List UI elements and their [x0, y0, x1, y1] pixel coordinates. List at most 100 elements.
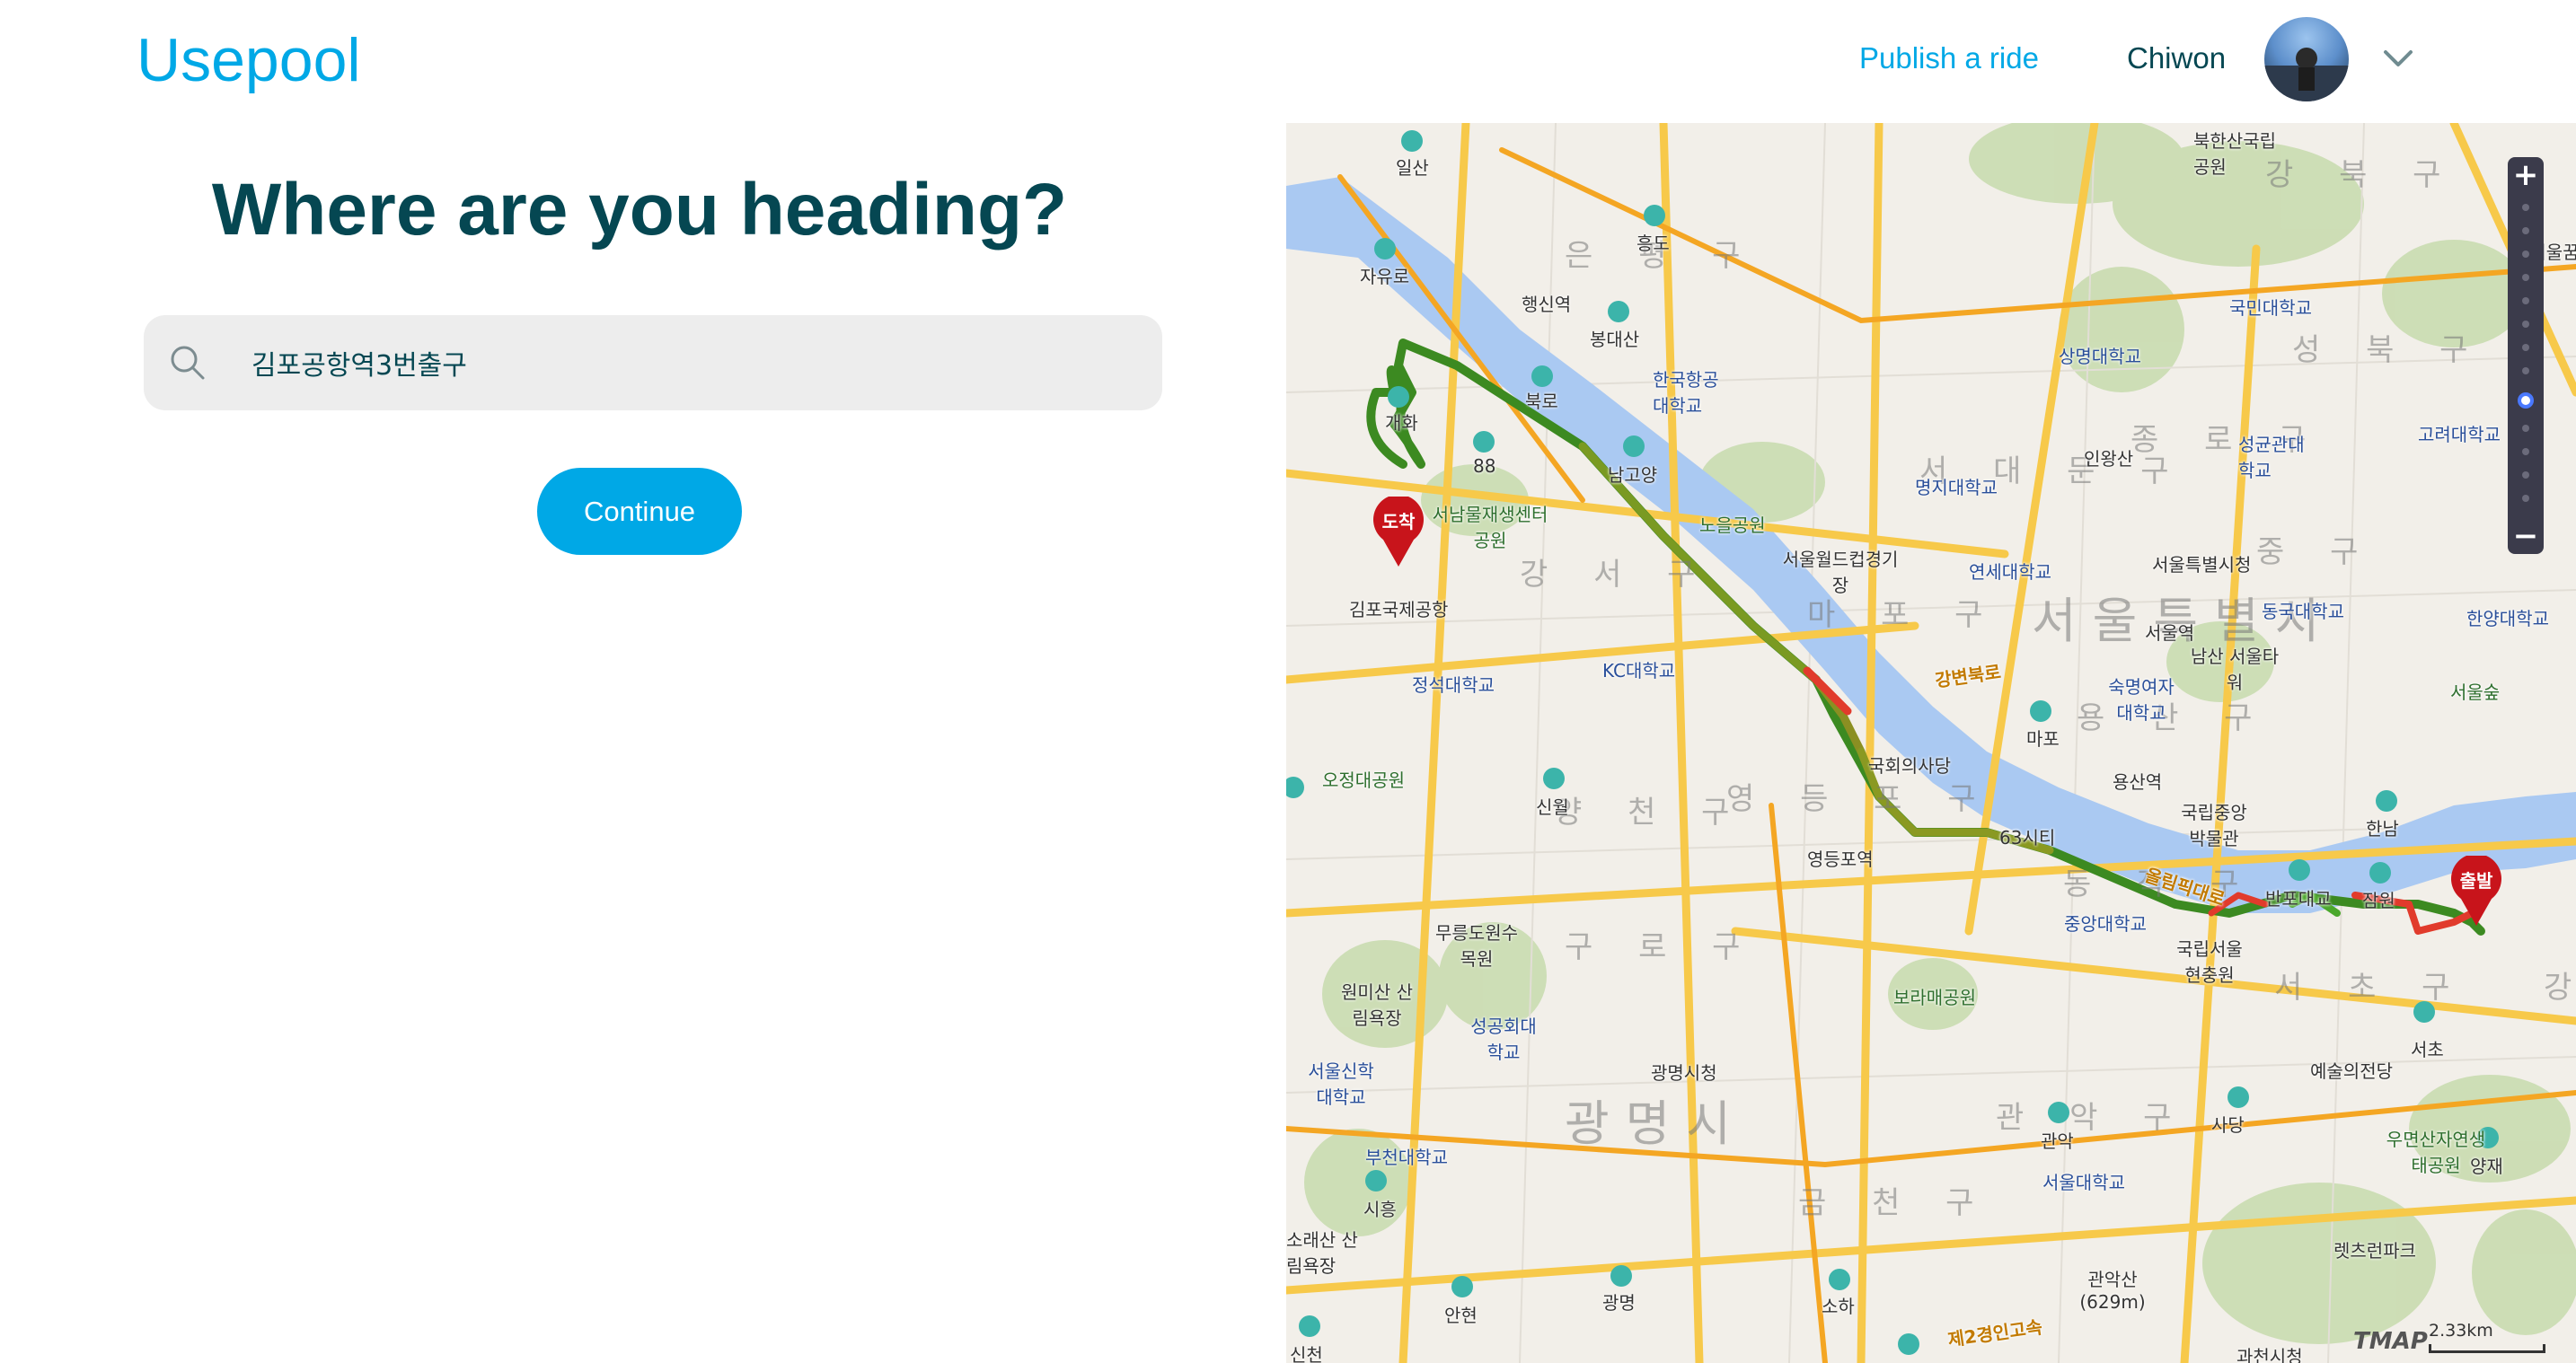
place-label: 63시티	[1999, 827, 2056, 849]
place-label: 잠원	[2362, 890, 2395, 911]
place-label: 숙명여자대학교	[2108, 676, 2175, 724]
place-label: 무릉도원수목원	[1435, 922, 1518, 970]
place-label: 서울특별시청	[2152, 554, 2252, 576]
place-label: 88	[1473, 455, 1496, 477]
zoom-level-tick[interactable]	[2522, 344, 2529, 351]
place-label: 중앙대학교	[2064, 913, 2147, 935]
place-label: 봉대산	[1590, 329, 1640, 350]
district-label: 관 악 구	[1996, 1100, 2190, 1136]
place-label: 광명	[1602, 1292, 1636, 1314]
map-scale-label: 2.33km	[2429, 1321, 2493, 1341]
place-label: 노을공원	[1699, 514, 1766, 536]
district-label: 강 북 구	[2265, 157, 2459, 193]
place-label: 소하	[1822, 1296, 1855, 1317]
place-label: 원미산 산림욕장	[1341, 981, 1413, 1029]
zoom-level-tick[interactable]	[2522, 251, 2529, 258]
search-box[interactable]	[144, 315, 1162, 410]
place-label: 영등포역	[1807, 849, 1874, 870]
place-label: 상명대학교	[2059, 346, 2141, 367]
page-title: Where are you heading?	[211, 169, 1068, 251]
district-label: 영 등 포 구	[1726, 781, 1994, 817]
tmap-logo: TMAP	[2353, 1328, 2428, 1355]
place-label: 보라매공원	[1893, 987, 1976, 1008]
zoom-out-button[interactable]: −	[2508, 518, 2544, 554]
departure-pin[interactable]: 출발	[2448, 856, 2504, 928]
place-label: 신월	[1536, 796, 1569, 818]
district-label: 성 북 구	[2292, 332, 2486, 368]
route-map[interactable]: 은 평 구 강 북 구 성 북 구 종 로 구 서 대 문 구 마 포 구 중 …	[1286, 123, 2576, 1363]
zoom-level-tick[interactable]	[2522, 495, 2529, 502]
place-label: 과천시청	[2236, 1346, 2303, 1363]
place-label: 소래산 산림욕장	[1286, 1229, 1358, 1277]
city-label: 광명시	[1565, 1095, 1748, 1152]
place-label: 양재	[2470, 1156, 2503, 1177]
place-label: 관악	[2041, 1130, 2074, 1152]
zoom-level-tick[interactable]	[2522, 471, 2529, 479]
place-label: 고려대학교	[2418, 424, 2501, 445]
arrival-pin[interactable]: 도착	[1371, 497, 1426, 568]
top-navigation-bar: Usepool Publish a ride Chiwon	[0, 0, 2576, 123]
chevron-down-icon[interactable]	[2380, 45, 2416, 72]
destination-search-input[interactable]	[251, 315, 1132, 410]
departure-pin-label: 출발	[2459, 870, 2493, 892]
place-label: 성균관대학교	[2238, 434, 2305, 481]
zoom-level-tick[interactable]	[2522, 227, 2529, 234]
place-label: 한양대학교	[2466, 608, 2549, 629]
avatar[interactable]	[2264, 17, 2349, 101]
place-label: 부천대학교	[1365, 1147, 1448, 1168]
zoom-level-tick[interactable]	[2522, 321, 2529, 328]
zoom-level-tick[interactable]	[2522, 425, 2529, 432]
place-label: 국민대학교	[2229, 297, 2312, 319]
continue-button[interactable]: Continue	[537, 468, 742, 555]
place-label: 시흥	[1363, 1199, 1397, 1220]
place-label: 인왕산	[2084, 448, 2134, 470]
place-label: 일산	[1396, 157, 1429, 179]
district-label: 강 서 구	[1520, 557, 1714, 593]
publish-ride-link[interactable]: Publish a ride	[1859, 41, 2039, 75]
place-label: 남고양	[1608, 464, 1658, 486]
place-label: 서울역	[2145, 622, 2195, 644]
place-label: 명지대학교	[1915, 477, 1998, 498]
zoom-level-tick[interactable]	[2522, 448, 2529, 455]
zoom-level-tick[interactable]	[2522, 367, 2529, 374]
place-label: KC대학교	[1602, 660, 1676, 682]
zoom-slider-handle[interactable]	[2518, 392, 2534, 409]
place-label: 서울대학교	[2042, 1172, 2125, 1193]
district-label: 강	[2544, 970, 2576, 1006]
district-label: 구 로 구	[1565, 929, 1759, 965]
usepool-logo[interactable]: Usepool	[137, 25, 361, 95]
district-label: 서 초 구	[2274, 970, 2468, 1006]
place-label: 서남물재생센터 공원	[1432, 504, 1548, 551]
place-label: 사당	[2211, 1114, 2245, 1136]
zoom-level-tick[interactable]	[2522, 204, 2529, 211]
place-label: 안현	[1444, 1305, 1478, 1326]
zoom-level-tick[interactable]	[2522, 274, 2529, 281]
place-label: 정석대학교	[1412, 674, 1495, 696]
place-label: 용산역	[2113, 771, 2163, 793]
map-scale-bar	[2429, 1344, 2545, 1353]
place-label: 개화	[1385, 412, 1418, 434]
zoom-level-tick[interactable]	[2522, 297, 2529, 304]
avatar-photo-icon	[2264, 48, 2349, 101]
place-label: 오정대공원	[1322, 769, 1405, 791]
place-label: 서울숲	[2450, 682, 2501, 703]
place-label: 관악산 (629m)	[2079, 1269, 2146, 1313]
place-label: 광명시청	[1651, 1062, 1717, 1084]
zoom-in-button[interactable]: +	[2508, 157, 2544, 193]
place-label: 자유로	[1360, 266, 1410, 287]
place-label: 남산 서울타워	[2190, 646, 2280, 693]
zoom-control[interactable]: + −	[2508, 157, 2544, 554]
place-label: 마포	[2026, 728, 2060, 750]
place-label: 김포국제공항	[1349, 599, 1449, 620]
place-label: 서울월드컵경기장	[1782, 549, 1899, 596]
place-label: 북로	[1525, 391, 1558, 412]
place-label: 서울신학대학교	[1308, 1060, 1374, 1108]
arrival-pin-label: 도착	[1381, 511, 1416, 532]
place-label: 반포대교	[2265, 888, 2332, 910]
place-label: 국립서울현충원	[2176, 938, 2243, 986]
username-label[interactable]: Chiwon	[2127, 41, 2226, 75]
place-label: 렛츠런파크	[2333, 1240, 2416, 1262]
district-label: 중 구	[2256, 534, 2377, 570]
place-label: 성공회대학교	[1470, 1016, 1537, 1063]
place-label: 한남	[2366, 818, 2399, 840]
